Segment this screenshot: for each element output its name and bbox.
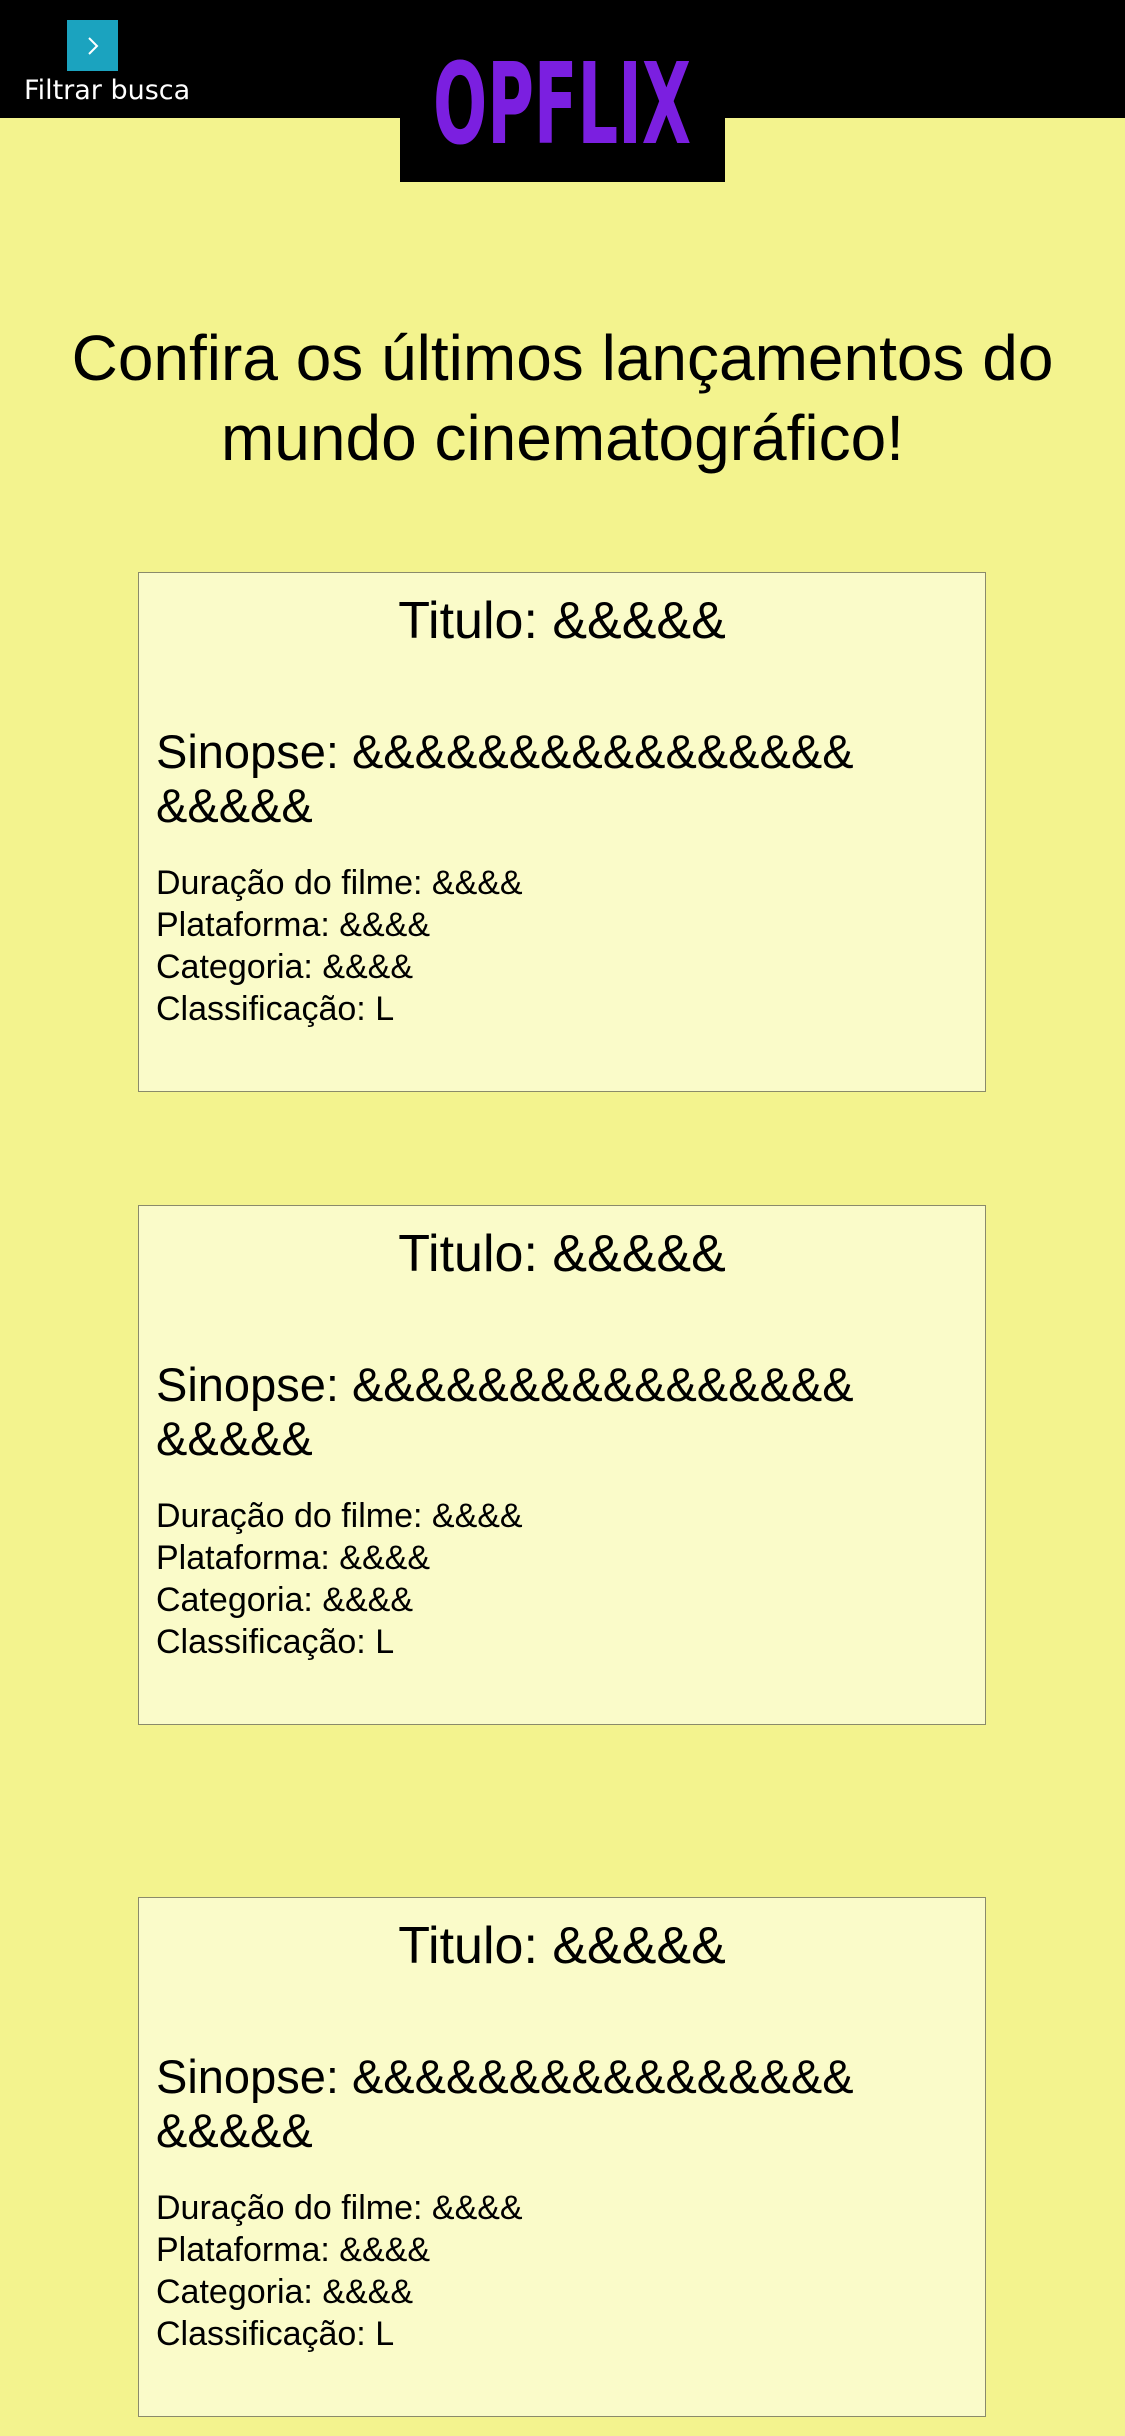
chevron-right-icon xyxy=(87,36,98,55)
movie-title: Titulo: &&&&& xyxy=(398,592,726,650)
movie-details: Duração do filme: &&&& Plataforma: &&&& … xyxy=(156,1495,523,1663)
movie-duration: Duração do filme: &&&& xyxy=(156,2189,523,2227)
movie-category: Categoria: &&&& xyxy=(156,2273,414,2311)
movie-title: Titulo: &&&&& xyxy=(398,1917,726,1975)
movie-rating: Classificação: L xyxy=(156,1623,395,1661)
movie-platform: Plataforma: &&&& xyxy=(156,1539,431,1577)
movie-rating: Classificação: L xyxy=(156,990,395,1028)
movie-card: Titulo: &&&&& Sinopse: &&&&&&&&&&&&&&&&&… xyxy=(138,1205,986,1725)
opflix-logo: OPFLIX xyxy=(433,45,691,153)
movie-details: Duração do filme: &&&& Plataforma: &&&& … xyxy=(156,862,523,1030)
movie-card: Titulo: &&&&& Sinopse: &&&&&&&&&&&&&&&&&… xyxy=(138,1897,986,2417)
movie-platform: Plataforma: &&&& xyxy=(156,906,431,944)
logo: OPFLIX xyxy=(400,0,725,182)
filter-button[interactable] xyxy=(67,20,118,71)
movie-synopsis: Sinopse: &&&&&&&&&&&&&&&&&&&&& xyxy=(156,1358,854,1465)
movie-category: Categoria: &&&& xyxy=(156,1581,414,1619)
movie-platform: Plataforma: &&&& xyxy=(156,2231,431,2269)
logo-text: OPFLIX xyxy=(433,45,691,153)
movie-synopsis: Sinopse: &&&&&&&&&&&&&&&&&&&&& xyxy=(156,725,854,832)
filter-label[interactable]: Filtrar busca xyxy=(24,75,190,106)
movie-title: Titulo: &&&&& xyxy=(398,1225,726,1283)
movie-card: Titulo: &&&&& Sinopse: &&&&&&&&&&&&&&&&&… xyxy=(138,572,986,1092)
movie-details: Duração do filme: &&&& Plataforma: &&&& … xyxy=(156,2187,523,2355)
movie-rating: Classificação: L xyxy=(156,2315,395,2353)
movie-category: Categoria: &&&& xyxy=(156,948,414,986)
movie-duration: Duração do filme: &&&& xyxy=(156,864,523,902)
movie-duration: Duração do filme: &&&& xyxy=(156,1497,523,1535)
movie-synopsis: Sinopse: &&&&&&&&&&&&&&&&&&&&& xyxy=(156,2050,854,2157)
page-headline: Confira os últimos lançamentos do mundo … xyxy=(71,322,1054,474)
